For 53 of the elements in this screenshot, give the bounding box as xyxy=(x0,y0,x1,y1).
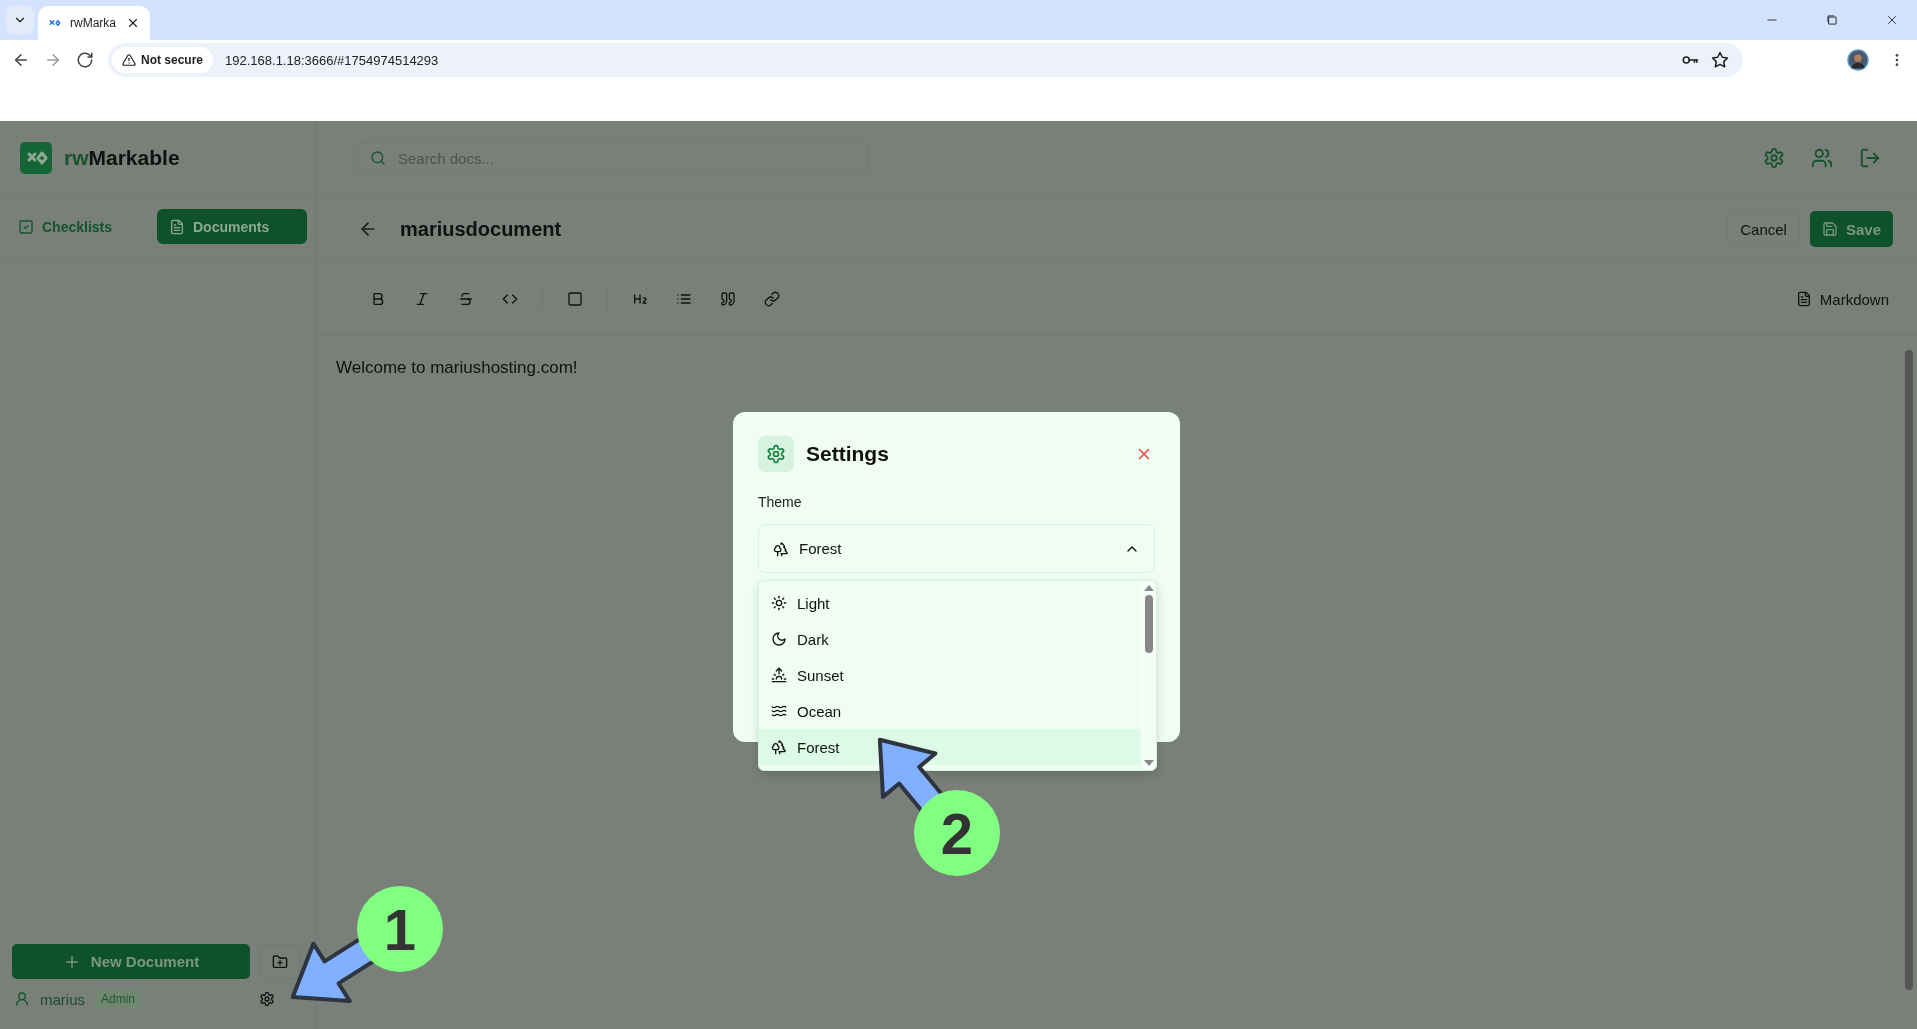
theme-option[interactable]: Light xyxy=(759,585,1141,621)
scrollbar[interactable] xyxy=(1141,581,1156,770)
close-icon[interactable] xyxy=(1885,13,1899,27)
theme-option[interactable]: Sunset xyxy=(759,657,1141,693)
warning-icon xyxy=(122,53,136,67)
sun-icon xyxy=(771,595,787,611)
settings-icon[interactable] xyxy=(1763,147,1785,169)
save-icon xyxy=(1821,221,1838,237)
document-icon xyxy=(169,218,185,235)
restore-icon[interactable] xyxy=(1825,13,1839,27)
browser-tab[interactable]: rwMarka xyxy=(38,6,150,40)
url-text: 192.168.1.18:3666/#1754974514293 xyxy=(225,52,439,68)
close-icon[interactable] xyxy=(126,16,140,30)
app-name: rwMarkable xyxy=(64,146,180,170)
theme-label: Theme xyxy=(758,494,803,510)
new-folder-button[interactable] xyxy=(260,944,300,979)
document-icon xyxy=(1795,291,1812,307)
checkbox-icon xyxy=(18,218,34,235)
settings-icon xyxy=(758,436,794,472)
tab-title: rwMarka xyxy=(70,16,117,30)
star-icon[interactable] xyxy=(1711,51,1729,69)
moon-icon xyxy=(771,631,787,647)
trees-icon xyxy=(773,540,789,557)
waves-icon xyxy=(771,703,787,719)
security-chip[interactable]: Not secure xyxy=(112,47,214,73)
theme-select[interactable]: Forest xyxy=(758,524,1155,573)
logout-icon[interactable] xyxy=(1859,147,1881,169)
user-icon xyxy=(14,991,30,1007)
document-text: Welcome to mariushosting.com! xyxy=(335,357,579,378)
search-icon xyxy=(370,149,386,166)
cancel-button[interactable]: Cancel xyxy=(1727,211,1800,247)
users-icon[interactable] xyxy=(1811,147,1833,169)
dialog-title: Settings xyxy=(806,442,889,466)
reload-icon[interactable] xyxy=(76,51,94,69)
settings-icon[interactable] xyxy=(259,991,275,1007)
user-name: marius xyxy=(40,990,85,1008)
avatar-icon[interactable] xyxy=(1847,49,1869,71)
sunrise-icon xyxy=(771,667,787,683)
address-bar[interactable]: Not secure 192.168.1.18:3666/#1754974514293 xyxy=(108,43,1743,77)
folder-plus-icon xyxy=(272,953,288,970)
sidebar-tab[interactable]: Documents xyxy=(157,209,307,244)
theme-option[interactable]: Forest xyxy=(759,729,1141,765)
theme-option[interactable]: Ocean xyxy=(759,693,1141,729)
back-icon[interactable] xyxy=(12,51,30,69)
trees-icon xyxy=(771,739,787,755)
role-badge: Admin xyxy=(95,989,142,1009)
step-marker: 1 xyxy=(357,886,443,972)
forward-icon[interactable] xyxy=(44,51,62,69)
mode-toggle[interactable]: Markdown xyxy=(1795,290,1889,308)
document-title: mariusdocument xyxy=(400,217,562,241)
step-marker: 2 xyxy=(914,790,1000,876)
logo-icon xyxy=(20,142,52,174)
theme-option[interactable]: Dark xyxy=(759,621,1141,657)
